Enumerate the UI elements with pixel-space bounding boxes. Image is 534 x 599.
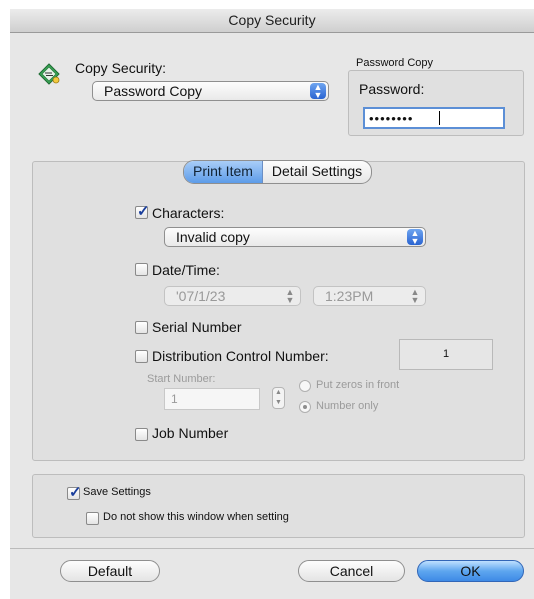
number-only-label: Number only <box>316 400 379 412</box>
distribution-control-checkbox[interactable] <box>135 350 148 363</box>
copy-security-label: Copy Security: <box>75 60 167 76</box>
copy-security-dialog: Copy Security Copy Security: Password Co… <box>10 9 534 599</box>
text-cursor <box>439 111 440 125</box>
zeros-in-front-radio[interactable] <box>299 380 311 392</box>
cancel-button[interactable]: Cancel <box>298 560 405 582</box>
print-item-group <box>32 161 525 461</box>
date-time-label: Date/Time: <box>152 262 220 278</box>
radio-dot <box>303 405 307 409</box>
copy-security-selected: Password Copy <box>104 83 203 99</box>
zeros-in-front-label: Put zeros in front <box>316 379 400 391</box>
characters-checkbox[interactable]: ✓ <box>135 203 150 220</box>
default-button[interactable]: Default <box>60 560 160 582</box>
time-select[interactable]: 1:23PM ▲ ▼ <box>313 286 426 306</box>
save-settings-checkbox[interactable]: ✓ <box>67 484 82 501</box>
checkmark-icon: ✓ <box>69 484 82 501</box>
popup-arrows-icon: ▲ ▼ <box>310 83 326 100</box>
time-value: 1:23PM <box>325 288 374 304</box>
start-number-label: Start Number: <box>147 373 216 385</box>
date-value: '07/1/23 <box>176 288 226 304</box>
popup-arrows-icon: ▲ ▼ <box>410 287 420 305</box>
characters-label: Characters: <box>152 205 225 221</box>
save-settings-group <box>32 474 525 538</box>
password-box-heading: Password Copy <box>356 57 434 69</box>
copy-security-select[interactable]: Password Copy ▲ ▼ <box>92 81 329 101</box>
copy-security-icon <box>36 61 62 87</box>
popup-arrows-icon: ▲ ▼ <box>407 229 423 246</box>
password-input[interactable]: •••••••• <box>363 107 505 129</box>
tab-control: Print Item Detail Settings <box>183 160 373 184</box>
title-bar[interactable]: Copy Security <box>10 9 534 33</box>
divider <box>10 548 534 549</box>
password-masked-value: •••••••• <box>369 111 414 126</box>
distribution-control-label: Distribution Control Number: <box>152 348 329 364</box>
date-select[interactable]: '07/1/23 ▲ ▼ <box>164 286 301 306</box>
password-box: Password: •••••••• <box>348 70 524 136</box>
number-only-radio[interactable] <box>299 401 311 413</box>
characters-select[interactable]: Invalid copy ▲ ▼ <box>164 227 426 247</box>
characters-selected: Invalid copy <box>176 229 250 245</box>
popup-arrows-icon: ▲ ▼ <box>285 287 295 305</box>
serial-number-label: Serial Number <box>152 319 242 335</box>
job-number-checkbox[interactable] <box>135 428 148 441</box>
tab-detail-settings[interactable]: Detail Settings <box>263 161 371 183</box>
password-label: Password: <box>359 81 425 97</box>
do-not-show-checkbox[interactable] <box>86 512 99 525</box>
ok-button[interactable]: OK <box>417 560 524 582</box>
do-not-show-label: Do not show this window when setting <box>103 511 289 523</box>
start-number-value: 1 <box>171 392 178 406</box>
checkmark-icon: ✓ <box>137 203 150 220</box>
distribution-control-value: 1 <box>442 348 450 360</box>
start-number-stepper[interactable]: ▲ ▼ <box>272 387 285 409</box>
tab-print-item[interactable]: Print Item <box>184 161 263 183</box>
serial-number-checkbox[interactable] <box>135 321 148 334</box>
job-number-label: Job Number <box>152 425 229 441</box>
date-time-checkbox[interactable] <box>135 263 148 276</box>
save-settings-label: Save Settings <box>83 486 151 498</box>
distribution-control-field: 1 <box>399 339 493 370</box>
start-number-input[interactable]: 1 <box>164 388 260 410</box>
window-title: Copy Security <box>228 12 316 28</box>
